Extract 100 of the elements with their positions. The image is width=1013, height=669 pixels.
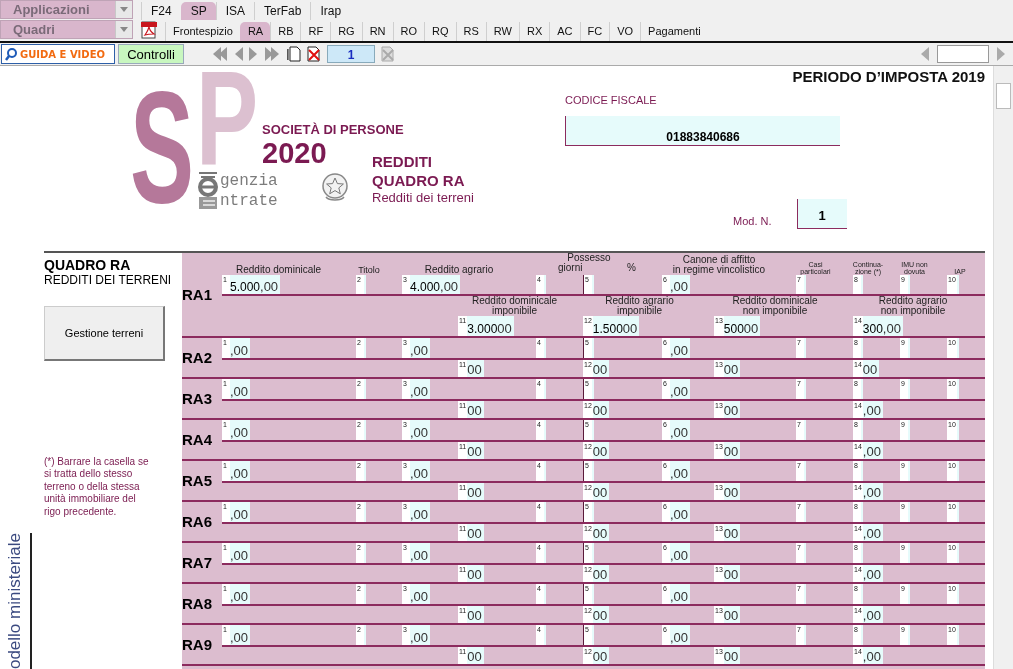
input-field[interactable] (956, 379, 959, 399)
page-number-field[interactable]: 1 (327, 45, 375, 63)
row-label: RA4 (182, 430, 213, 450)
input-field[interactable]: ,00 (670, 625, 691, 645)
input-field[interactable]: ,00 (230, 584, 251, 604)
input-field[interactable]: 00 (467, 483, 484, 500)
tab[interactable]: SP (180, 2, 216, 20)
field-label: Mod. N. (733, 215, 772, 227)
tab[interactable]: RW (485, 22, 519, 41)
input-field[interactable]: 00 (467, 442, 484, 459)
panel-title: QUADRO RA (44, 258, 131, 273)
input-field[interactable]: 00 (467, 360, 484, 377)
column-header: % (627, 263, 636, 273)
scroll-left-icon[interactable] (919, 47, 929, 61)
input-field[interactable]: ,00 (670, 379, 691, 399)
input-field[interactable] (956, 275, 959, 294)
input-field[interactable]: ,00 (230, 502, 251, 522)
input-field[interactable]: ,00 (410, 584, 431, 604)
row-label: RA9 (182, 635, 213, 655)
input-field[interactable]: 300,00 (862, 316, 903, 336)
input-field[interactable]: 00 (467, 524, 484, 541)
input-field[interactable]: 3.00000 (467, 316, 514, 336)
section-title: REDDITI (372, 152, 433, 171)
input-field[interactable]: ,00 (230, 338, 251, 358)
input-field[interactable]: ,00 (410, 338, 431, 358)
tab[interactable]: RN (361, 22, 393, 41)
tab[interactable]: RA (239, 22, 271, 41)
scrollbar[interactable] (993, 66, 1013, 669)
tab[interactable]: RG (330, 22, 362, 41)
tax-code-field[interactable]: 01883840686 (565, 116, 840, 146)
disabled-delete-icon (381, 46, 395, 62)
tab[interactable]: RQ (424, 22, 456, 41)
input-field[interactable] (956, 420, 959, 440)
tab[interactable]: FC (579, 22, 610, 41)
delete-page-icon[interactable] (307, 46, 321, 62)
input-field[interactable]: ,00 (410, 502, 431, 522)
input-field[interactable]: ,00 (230, 461, 251, 481)
logo-letter: S (130, 89, 195, 205)
logo-title: SOCIETÀ DI PERSONE (262, 123, 404, 136)
input-field[interactable]: ,00 (670, 275, 691, 294)
input-field[interactable]: ,00 (670, 502, 691, 522)
input-field[interactable] (956, 502, 959, 522)
checks-button[interactable]: Controlli (118, 44, 184, 64)
last-page-icon[interactable] (265, 47, 281, 61)
column-header: Possesso (567, 253, 611, 263)
tab[interactable]: RF (300, 22, 331, 41)
row-label: RA2 (182, 348, 213, 368)
tab[interactable]: AC (549, 22, 580, 41)
tab[interactable]: VO (609, 22, 641, 41)
input-field[interactable] (956, 625, 959, 645)
input-field[interactable]: ,00 (670, 543, 691, 563)
input-field[interactable] (956, 461, 959, 481)
input-field[interactable]: ,00 (410, 420, 431, 440)
manage-lands-button[interactable]: Gestione terreni (44, 306, 165, 361)
module-number-field[interactable]: 1 (796, 199, 847, 229)
input-field[interactable]: 1.50000 (592, 316, 640, 336)
input-field[interactable]: ,00 (230, 543, 251, 563)
tab[interactable]: RS (455, 22, 486, 41)
row-label: RA7 (182, 553, 213, 573)
input-field[interactable]: 00 (467, 606, 484, 623)
side-label: odello ministeriale (5, 532, 25, 669)
input-field[interactable]: 4.000,00 (410, 275, 461, 294)
caret-icon (120, 27, 128, 32)
input-field[interactable]: ,00 (670, 461, 691, 481)
input-field[interactable]: 50000 (723, 316, 761, 336)
input-field[interactable]: ,00 (670, 584, 691, 604)
next-page-icon[interactable] (249, 47, 259, 61)
input-field[interactable] (956, 543, 959, 563)
tab[interactable]: RO (392, 22, 425, 41)
input-field[interactable]: ,00 (410, 461, 431, 481)
input-field[interactable]: ,00 (230, 625, 251, 645)
first-page-icon[interactable] (211, 47, 227, 61)
input-field[interactable]: ,00 (670, 338, 691, 358)
pdf-icon[interactable] (141, 21, 157, 39)
tab[interactable]: Pagamenti (640, 22, 708, 41)
input-field[interactable]: 5.000,00 (230, 275, 281, 294)
scroll-right-icon[interactable] (997, 47, 1007, 61)
row-label: RA1 (182, 285, 213, 305)
input-field[interactable]: ,00 (230, 420, 251, 440)
document-icon[interactable] (287, 46, 301, 62)
input-field[interactable] (956, 584, 959, 604)
input-field[interactable]: ,00 (410, 379, 431, 399)
section-title: Redditi dei terreni (372, 190, 474, 206)
input-field[interactable]: 00 (467, 401, 484, 418)
input-field[interactable]: ,00 (410, 543, 431, 563)
input-field[interactable] (956, 338, 959, 358)
tab[interactable]: RB (270, 22, 301, 41)
input-field[interactable]: 00 (467, 647, 484, 664)
logo-letter: P (196, 71, 259, 167)
input-field[interactable]: 00 (467, 565, 484, 582)
input-field[interactable]: ,00 (230, 379, 251, 399)
input-field[interactable]: ,00 (410, 625, 431, 645)
previous-page-icon[interactable] (233, 47, 243, 61)
footnote: (*) Barrare la casella se si tratta dello stesso terreno o della stessa unità immobiliare del rigo precedente. (44, 456, 150, 519)
logo-agency-text: genzia (220, 173, 278, 189)
tab[interactable]: Frontespizio (165, 22, 240, 41)
input-field[interactable]: ,00 (670, 420, 691, 440)
tab[interactable]: RX (518, 22, 550, 41)
input-field[interactable] (937, 45, 989, 63)
agency-logo-icon (197, 169, 219, 211)
